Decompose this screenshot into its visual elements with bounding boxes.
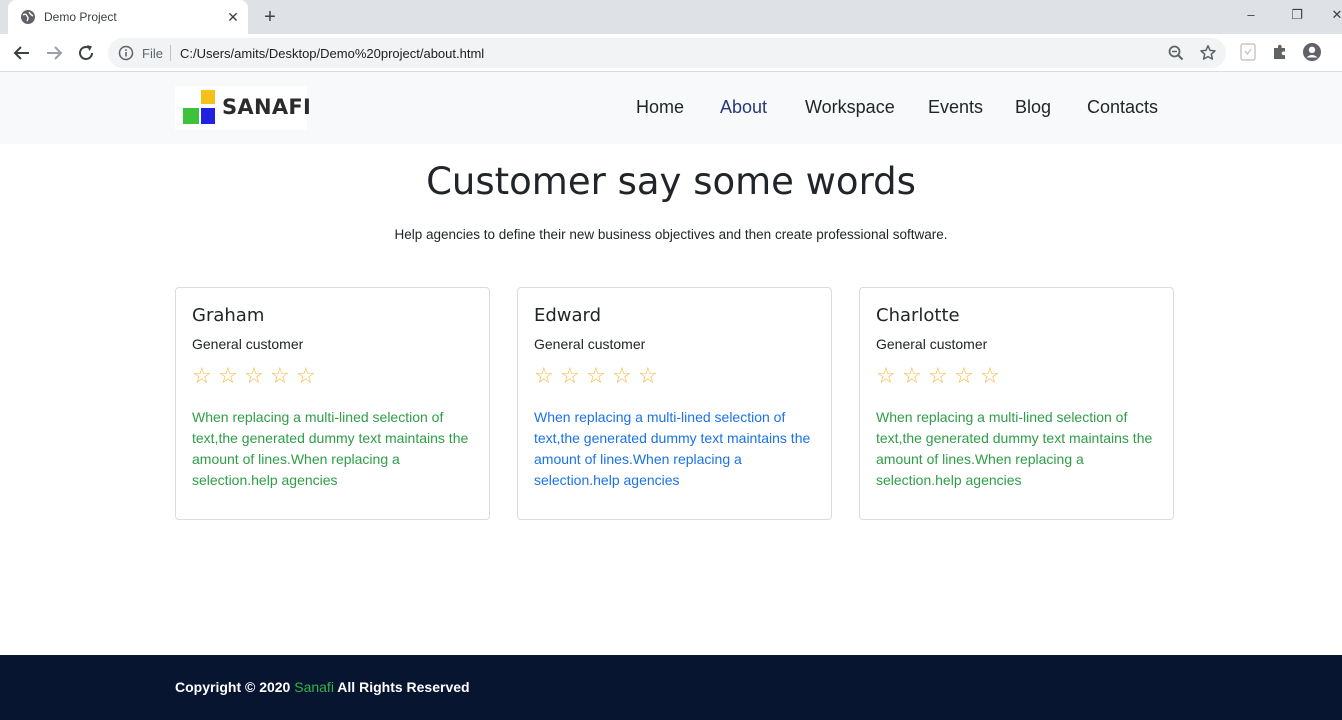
- star-icon: ☆: [586, 363, 606, 388]
- star-icon: ☆: [928, 363, 948, 388]
- star-icon: ☆: [612, 363, 632, 388]
- nav-home[interactable]: Home: [636, 97, 684, 118]
- star-icon: ☆: [270, 363, 290, 388]
- star-icon: ☆: [876, 363, 896, 388]
- restore-button[interactable]: ❐: [1282, 4, 1312, 26]
- reload-icon[interactable]: [74, 42, 98, 64]
- testimonial-card: Graham General customer ☆ ☆ ☆ ☆ ☆ When r…: [175, 287, 490, 520]
- testimonial-text: When replacing a multi-lined selection o…: [192, 409, 469, 488]
- page-title: Customer say some words: [426, 160, 916, 203]
- star-icon: ☆: [296, 363, 316, 388]
- customer-name: Edward: [534, 305, 602, 326]
- star-rating: ☆ ☆ ☆ ☆ ☆: [192, 363, 316, 388]
- customer-name: Charlotte: [876, 305, 960, 326]
- bookmark-star-icon[interactable]: [1199, 44, 1217, 62]
- footer-brand-link[interactable]: Sanafi: [294, 679, 334, 695]
- copyright-text: Copyright © 2020 Sanafi All Rights Reser…: [175, 679, 470, 695]
- star-icon: ☆: [638, 363, 658, 388]
- browser-toolbar: File C:/Users/amits/Desktop/Demo%20proje…: [0, 34, 1342, 72]
- info-icon[interactable]: [118, 45, 134, 61]
- page-subtitle: Help agencies to define their new busine…: [394, 227, 948, 242]
- forward-arrow-icon[interactable]: [42, 42, 66, 64]
- nav-contacts[interactable]: Contacts: [1087, 97, 1158, 118]
- url-text[interactable]: C:/Users/amits/Desktop/Demo%20project/ab…: [180, 46, 484, 61]
- testimonial-text: When replacing a multi-lined selection o…: [534, 409, 811, 488]
- back-arrow-icon[interactable]: [10, 42, 34, 64]
- star-icon: ☆: [980, 363, 1000, 388]
- customer-role: General customer: [876, 336, 988, 352]
- customer-role: General customer: [192, 336, 304, 352]
- browser-tabstrip: Demo Project ✕ + – ❐ ✕: [0, 0, 1342, 34]
- star-icon: ☆: [902, 363, 922, 388]
- close-tab-icon[interactable]: ✕: [224, 8, 242, 26]
- nav-about[interactable]: About: [720, 97, 767, 118]
- star-rating: ☆ ☆ ☆ ☆ ☆: [876, 363, 1000, 388]
- extensions-puzzle-icon[interactable]: [1270, 42, 1290, 62]
- browser-tab[interactable]: Demo Project ✕: [8, 0, 248, 34]
- testimonial-card: Charlotte General customer ☆ ☆ ☆ ☆ ☆ Whe…: [859, 287, 1174, 520]
- star-icon: ☆: [534, 363, 554, 388]
- logo-text: SANAFI: [222, 95, 312, 119]
- address-bar[interactable]: File C:/Users/amits/Desktop/Demo%20proje…: [108, 38, 1226, 68]
- minimize-button[interactable]: –: [1236, 4, 1266, 26]
- nav-workspace[interactable]: Workspace: [805, 97, 895, 118]
- logo-square-green: [183, 108, 199, 124]
- testimonial-text: When replacing a multi-lined selection o…: [876, 409, 1153, 488]
- customer-name: Graham: [192, 305, 265, 326]
- tab-title: Demo Project: [44, 10, 117, 24]
- star-icon: ☆: [244, 363, 264, 388]
- star-rating: ☆ ☆ ☆ ☆ ☆: [534, 363, 658, 388]
- site-footer: Copyright © 2020 Sanafi All Rights Reser…: [0, 655, 1342, 720]
- omnibox-divider: [170, 45, 171, 61]
- site-header: SANAFI Home About Workspace Events Blog …: [0, 72, 1342, 144]
- star-icon: ☆: [218, 363, 238, 388]
- zoom-icon[interactable]: [1167, 44, 1185, 62]
- new-tab-button[interactable]: +: [258, 6, 282, 28]
- copyright-prefix: Copyright © 2020: [175, 679, 295, 695]
- scheme-label: File: [142, 46, 163, 61]
- globe-icon: [21, 10, 35, 24]
- profile-avatar-icon[interactable]: [1302, 42, 1322, 62]
- extension-page-icon[interactable]: [1238, 42, 1258, 62]
- star-icon: ☆: [192, 363, 212, 388]
- copyright-suffix: All Rights Reserved: [333, 679, 470, 695]
- star-icon: ☆: [954, 363, 974, 388]
- logo-square-yellow: [201, 90, 215, 104]
- logo[interactable]: SANAFI: [175, 86, 311, 130]
- logo-square-blue: [201, 108, 215, 124]
- nav-events[interactable]: Events: [928, 97, 983, 118]
- testimonial-card: Edward General customer ☆ ☆ ☆ ☆ ☆ When r…: [517, 287, 832, 520]
- close-window-button[interactable]: ✕: [1322, 4, 1342, 26]
- nav-blog[interactable]: Blog: [1015, 97, 1051, 118]
- star-icon: ☆: [560, 363, 580, 388]
- customer-role: General customer: [534, 336, 646, 352]
